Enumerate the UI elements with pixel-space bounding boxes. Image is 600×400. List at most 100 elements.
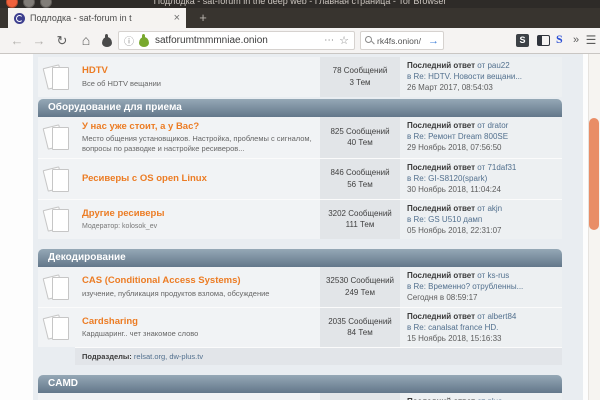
window-titlebar: Подлодка - sat-forum in the deep web - Г… <box>0 0 600 8</box>
board-info-cell: У нас уже стоит, а у Вас? Место общения … <box>75 116 320 158</box>
site-info-icon[interactable]: ⓘ <box>124 33 134 48</box>
scrollbar-track[interactable] <box>588 54 600 400</box>
page-actions-icon[interactable]: ⋯ <box>324 35 334 46</box>
board-posts-count: 2035 Сообщений <box>328 316 392 326</box>
board-pages-icon <box>45 314 69 341</box>
lastpost-label: Последний ответ <box>407 311 476 321</box>
category-header: Оборудование для приема <box>38 98 562 117</box>
forum-wrapper: HDTV Все об HDTV вещании 78 Сообщений 3 … <box>33 54 583 400</box>
lastpost-topic-link[interactable]: в Re: GI-S8120(spark) <box>407 174 487 183</box>
board-icon-cell <box>38 116 75 158</box>
sidebar-panel-icon[interactable] <box>537 35 550 46</box>
new-tab-button[interactable]: + <box>194 8 212 28</box>
bookmark-star-icon[interactable]: ☆ <box>339 34 349 47</box>
board-lastpost-cell: Последний ответ от albert84 в Re: canals… <box>400 307 562 348</box>
lastpost-topic-link[interactable]: в Re: Ремонт Dream 800SE <box>407 132 508 141</box>
board-pages-icon <box>45 206 69 233</box>
board-row: HDTV Все об HDTV вещании 78 Сообщений 3 … <box>38 57 562 97</box>
board-info-cell: Ресиверы с OS open Linux <box>75 158 320 199</box>
board-lastpost-cell: Последний ответ от drator в Re: Ремонт D… <box>400 116 562 158</box>
board-icon-cell <box>38 199 75 240</box>
lastpost-date: 29 Ноябрь 2018, 07:56:50 <box>407 142 502 152</box>
board-topics-count: 3 Тем <box>349 77 371 87</box>
board-lastpost-cell: Последний ответ от plus в Re: Вопрос по … <box>400 393 562 400</box>
lastpost-user-link[interactable]: от pau22 <box>475 61 509 70</box>
board-link[interactable]: HDTV <box>82 65 313 77</box>
board-icon-cell <box>38 393 75 400</box>
board-icon-cell <box>38 307 75 348</box>
url-bar[interactable]: ⓘ satforumtmmmniae.onion ⋯ ☆ <box>118 31 355 50</box>
board-topics-count: 84 Тем <box>347 328 373 338</box>
lastpost-topic-link[interactable]: в Re: GS U510 дамп <box>407 215 482 224</box>
extension-s-icon[interactable]: S <box>556 32 563 47</box>
board-posts-count: 78 Сообщений <box>332 66 388 76</box>
lastpost-topic-link[interactable]: в Re: Временно? отрубленны... <box>407 282 523 291</box>
window-title: Подлодка - sat-forum in the deep web - Г… <box>153 0 447 6</box>
board-link[interactable]: Ресиверы с OS open Linux <box>82 173 313 185</box>
back-icon[interactable]: ← <box>8 28 26 53</box>
board-row: У нас уже стоит, а у Вас? Место общения … <box>38 116 562 158</box>
board-info-cell: Cardsharing Кардшаринг.. чет знакомое сл… <box>75 307 320 348</box>
noscript-icon[interactable]: S <box>516 34 529 47</box>
onion-site-icon <box>137 33 151 48</box>
board-row: mpcs для ADSL модемов и роутеров Модерат… <box>38 393 562 400</box>
page-content: HDTV Все об HDTV вещании 78 Сообщений 3 … <box>0 54 600 400</box>
search-icon <box>365 36 374 45</box>
lastpost-user-link[interactable]: от akjn <box>475 204 502 213</box>
url-text[interactable]: satforumtmmmniae.onion <box>155 35 324 46</box>
board-posts-count: 825 Сообщений <box>330 126 390 136</box>
lastpost-label: Последний ответ <box>407 61 476 70</box>
board-topics-count: 249 Тем <box>345 287 375 297</box>
forum-board-list: HDTV Все об HDTV вещании 78 Сообщений 3 … <box>38 57 562 400</box>
tab-active[interactable]: Подлодка - sat-forum in t × <box>8 8 186 28</box>
search-input[interactable]: rk4fs.onion/ <box>377 36 428 46</box>
forward-icon[interactable]: → <box>30 28 48 53</box>
board-topics-count: 40 Тем <box>347 138 373 148</box>
search-bar[interactable]: rk4fs.onion/ → <box>360 31 444 50</box>
category-title: Декодирование <box>48 252 126 264</box>
board-posts-count: 32530 Сообщений <box>325 276 395 286</box>
category-header: CAMD <box>38 375 562 394</box>
board-row: Cardsharing Кардшаринг.. чет знакомое сл… <box>38 306 562 348</box>
board-info-cell: HDTV Все об HDTV вещании <box>75 57 320 97</box>
overflow-chevron-icon[interactable]: » <box>569 28 583 53</box>
lastpost-topic-link[interactable]: в Re: HDTV. Новости вещани... <box>407 72 522 81</box>
search-go-icon[interactable]: → <box>428 35 439 47</box>
board-link[interactable]: CAS (Conditional Access Systems) <box>82 275 313 287</box>
board-lastpost-cell: Последний ответ от akjn в Re: GS U510 да… <box>400 199 562 240</box>
lastpost-user-link[interactable]: от albert84 <box>475 312 516 321</box>
lastpost-label: Последний ответ <box>407 162 476 172</box>
board-description: изучение, публикация продуктов взлома, о… <box>82 288 270 298</box>
subboards-links[interactable]: relsat.org, dw-plus.tv <box>132 352 203 361</box>
board-stats-cell: 825 Сообщений 40 Тем <box>320 116 400 158</box>
board-link[interactable]: Cardsharing <box>82 316 313 328</box>
scrollbar-thumb[interactable] <box>589 118 599 230</box>
board-pages-icon <box>45 166 69 192</box>
lastpost-user-link[interactable]: от 71daf31 <box>475 163 516 172</box>
board-link[interactable]: Другие ресиверы <box>82 208 313 220</box>
board-stats-cell: 733 Сообщений 36 Тем <box>320 393 400 400</box>
board-pages-icon <box>45 274 69 300</box>
lastpost-label: Последний ответ <box>407 203 476 213</box>
lastpost-user-link[interactable]: от drator <box>475 121 508 130</box>
lastpost-topic-link[interactable]: в Re: canalsat france HD. <box>407 323 498 332</box>
board-posts-count: 3202 Сообщений <box>328 208 392 218</box>
board-link[interactable]: У нас уже стоит, а у Вас? <box>82 121 313 133</box>
board-lastpost-cell: Последний ответ от ks-rus в Re: Временно… <box>400 267 562 307</box>
navigation-toolbar: ← → ↻ ⌂ ⓘ satforumtmmmniae.onion ⋯ ☆ rk4… <box>0 28 600 54</box>
torbutton-onion-icon[interactable] <box>100 33 114 48</box>
board-stats-cell: 3202 Сообщений 111 Тем <box>320 199 400 240</box>
board-topics-count: 56 Тем <box>347 179 373 189</box>
hamburger-menu-icon[interactable]: ☰ <box>584 28 598 53</box>
tab-favicon-icon <box>14 12 25 24</box>
home-icon[interactable]: ⌂ <box>77 28 95 53</box>
board-stats-cell: 846 Сообщений 56 Тем <box>320 158 400 199</box>
reload-icon[interactable]: ↻ <box>53 28 71 53</box>
tab-close-icon[interactable]: × <box>174 12 180 24</box>
board-description: Кардшаринг.. чет знакомое слово <box>82 329 199 339</box>
lastpost-date: 26 Март 2017, 08:54:03 <box>407 83 493 93</box>
lastpost-label: Последний ответ <box>407 120 476 130</box>
category-header: Декодирование <box>38 249 562 268</box>
lastpost-user-link[interactable]: от ks-rus <box>475 271 509 280</box>
board-icon-cell <box>38 267 75 307</box>
